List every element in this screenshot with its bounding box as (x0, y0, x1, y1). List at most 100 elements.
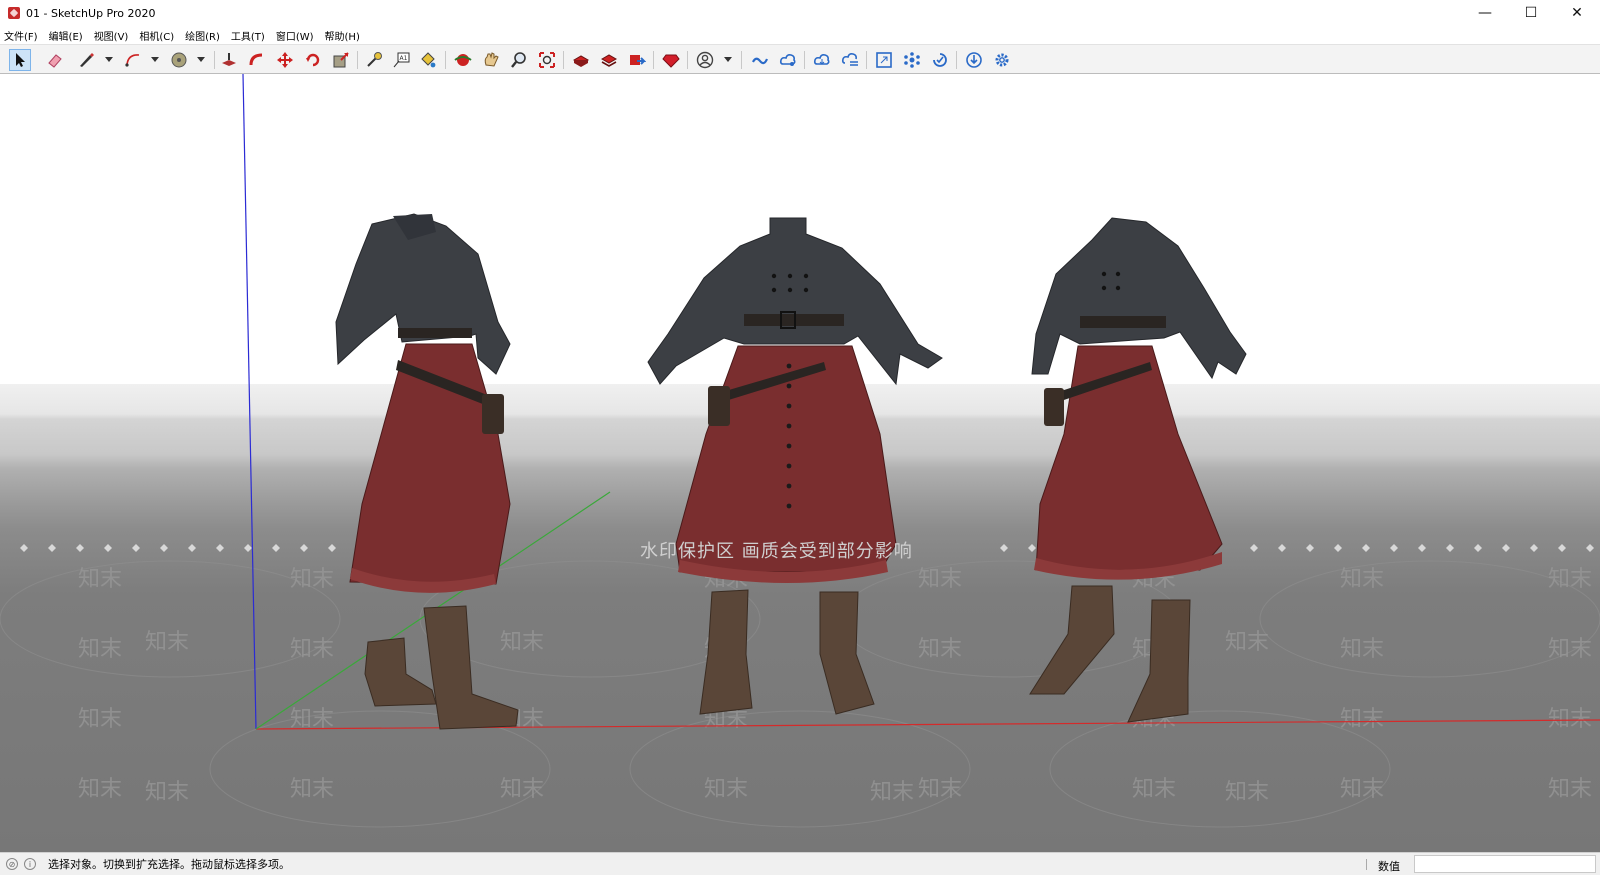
download-icon[interactable] (963, 49, 985, 71)
paint-bucket-tool[interactable] (417, 49, 439, 71)
pan-tool[interactable] (480, 49, 502, 71)
watermark-tile-label: 知末 (918, 637, 962, 662)
zoom-extents-tool[interactable] (536, 49, 558, 71)
follow-me-tool[interactable] (246, 49, 268, 71)
menu-view[interactable]: 视图(V) (94, 28, 129, 43)
toolbar-separator (866, 51, 867, 69)
outfit-model-center[interactable] (647, 217, 943, 715)
cloud-publish-icon[interactable] (839, 49, 861, 71)
toolbar-separator (214, 51, 215, 69)
watermark-tile-label: 知末 (918, 567, 962, 592)
send-to-layout-icon[interactable] (626, 49, 648, 71)
cloud-open-icon[interactable] (811, 49, 833, 71)
rotate-tool[interactable] (302, 49, 324, 71)
watermark-tile-label: 知末 (78, 707, 122, 732)
network-nodes-icon (904, 52, 920, 68)
watermark-tile-label: 知末 (1340, 707, 1384, 732)
tape-measure-tool[interactable] (363, 49, 385, 71)
account-icon[interactable] (694, 49, 716, 71)
menu-file[interactable]: 文件(F) (4, 28, 38, 43)
menu-bar: 文件(F) 编辑(E) 视图(V) 相机(C) 绘图(R) 工具(T) 窗口(W… (0, 26, 1600, 44)
menu-window[interactable]: 窗口(W) (276, 28, 314, 43)
rotate-icon (306, 53, 320, 67)
toolbar-separator (687, 51, 688, 69)
nodes-icon[interactable] (901, 49, 923, 71)
watermark-tile-label: 知末 (704, 777, 748, 802)
sketchup-window: 01 - SketchUp Pro 2020 — ☐ ✕ 文件(F) 编辑(E)… (0, 0, 1600, 875)
text-label-icon: A1 (393, 52, 410, 68)
model-viewport[interactable]: 知末 知末 知末 知末 知末 知末 知末 知末 知末 知末 知末 知末 知末 知末 知末 知末… (0, 74, 1600, 852)
watermark-tile-label: 知末 (870, 780, 914, 805)
eraser-tool[interactable] (44, 49, 66, 71)
extension-warehouse-icon[interactable] (598, 49, 620, 71)
download-circle-icon (966, 52, 982, 68)
toolbar-separator (445, 51, 446, 69)
circle-tool[interactable] (168, 49, 190, 71)
trimble-share-icon[interactable] (777, 49, 799, 71)
toolbar-separator (804, 51, 805, 69)
watermark-tile-label: 知末 (145, 630, 189, 655)
menu-tools[interactable]: 工具(T) (231, 28, 265, 43)
watermark-tile-label: 知末 (145, 780, 189, 805)
shape-dropdown-icon[interactable] (197, 57, 205, 62)
push-pull-tool[interactable] (218, 49, 240, 71)
status-divider (1366, 859, 1367, 870)
watermark-tile-label: 知末 (1548, 637, 1592, 662)
cloud-list-icon (841, 53, 858, 66)
window-title: 01 - SketchUp Pro 2020 (26, 6, 156, 20)
watermark-tile-label: 知末 (918, 777, 962, 802)
select-tool[interactable] (9, 49, 31, 71)
toolbar-separator (563, 51, 564, 69)
maximize-button[interactable]: ☐ (1508, 0, 1554, 26)
watermark-tile-label: 知末 (500, 777, 544, 802)
warehouse-icon[interactable] (570, 49, 592, 71)
expand-window-icon (876, 52, 892, 68)
user-account-icon (696, 51, 714, 69)
menu-help[interactable]: 帮助(H) (325, 28, 360, 43)
svg-text:A1: A1 (400, 55, 408, 62)
sync-icon[interactable] (929, 49, 951, 71)
geo-location-icon[interactable]: ⊘ (6, 858, 18, 870)
zoom-extents-icon (539, 52, 555, 68)
measurements-label: 数值 (1378, 860, 1400, 873)
cloud-share-icon (779, 54, 796, 66)
gear-icon (995, 53, 1009, 67)
orbit-tool[interactable] (452, 49, 474, 71)
paint-bucket-icon (421, 52, 436, 68)
measurements-input[interactable] (1414, 855, 1596, 873)
line-tool[interactable] (75, 49, 97, 71)
screen-icon[interactable] (873, 49, 895, 71)
eraser-icon (48, 54, 62, 68)
status-bar: ⊘ i 选择对象。切换到扩充选择。拖动鼠标选择多项。 数值 (0, 852, 1600, 875)
scale-tool[interactable] (330, 49, 352, 71)
watermark-tile-label: 知末 (78, 567, 122, 592)
watermark-tile-label: 知末 (1225, 780, 1269, 805)
zoom-tool[interactable] (508, 49, 530, 71)
line-dropdown-icon[interactable] (105, 57, 113, 62)
shape-icon (171, 52, 187, 68)
arc-dropdown-icon[interactable] (151, 57, 159, 62)
settings-gear-icon[interactable] (991, 49, 1013, 71)
ruby-gem-icon (662, 54, 680, 68)
extension-warehouse-icon-glyph (600, 54, 618, 67)
info-icon[interactable]: i (24, 858, 36, 870)
select-arrow-icon (16, 53, 25, 67)
trimble-connect-icon[interactable] (749, 49, 771, 71)
outfit-model-left[interactable] (335, 213, 519, 730)
watermark-tile-label: 知末 (290, 777, 334, 802)
sketchup-app-icon (8, 7, 20, 19)
ruby-console-icon[interactable] (660, 49, 682, 71)
watermark-tile-label: 知末 (500, 630, 544, 655)
menu-camera[interactable]: 相机(C) (139, 28, 174, 43)
layout-send-icon (630, 55, 646, 65)
menu-draw[interactable]: 绘图(R) (185, 28, 220, 43)
arc-tool[interactable] (122, 49, 144, 71)
minimize-button[interactable]: — (1462, 0, 1508, 26)
close-button[interactable]: ✕ (1554, 0, 1600, 26)
window-controls: — ☐ ✕ (1462, 0, 1600, 26)
menu-edit[interactable]: 编辑(E) (49, 28, 83, 43)
text-tool[interactable]: A1 (390, 49, 412, 71)
move-tool[interactable] (274, 49, 296, 71)
account-dropdown-icon[interactable] (724, 57, 732, 62)
title-bar: 01 - SketchUp Pro 2020 — ☐ ✕ (0, 0, 1600, 26)
